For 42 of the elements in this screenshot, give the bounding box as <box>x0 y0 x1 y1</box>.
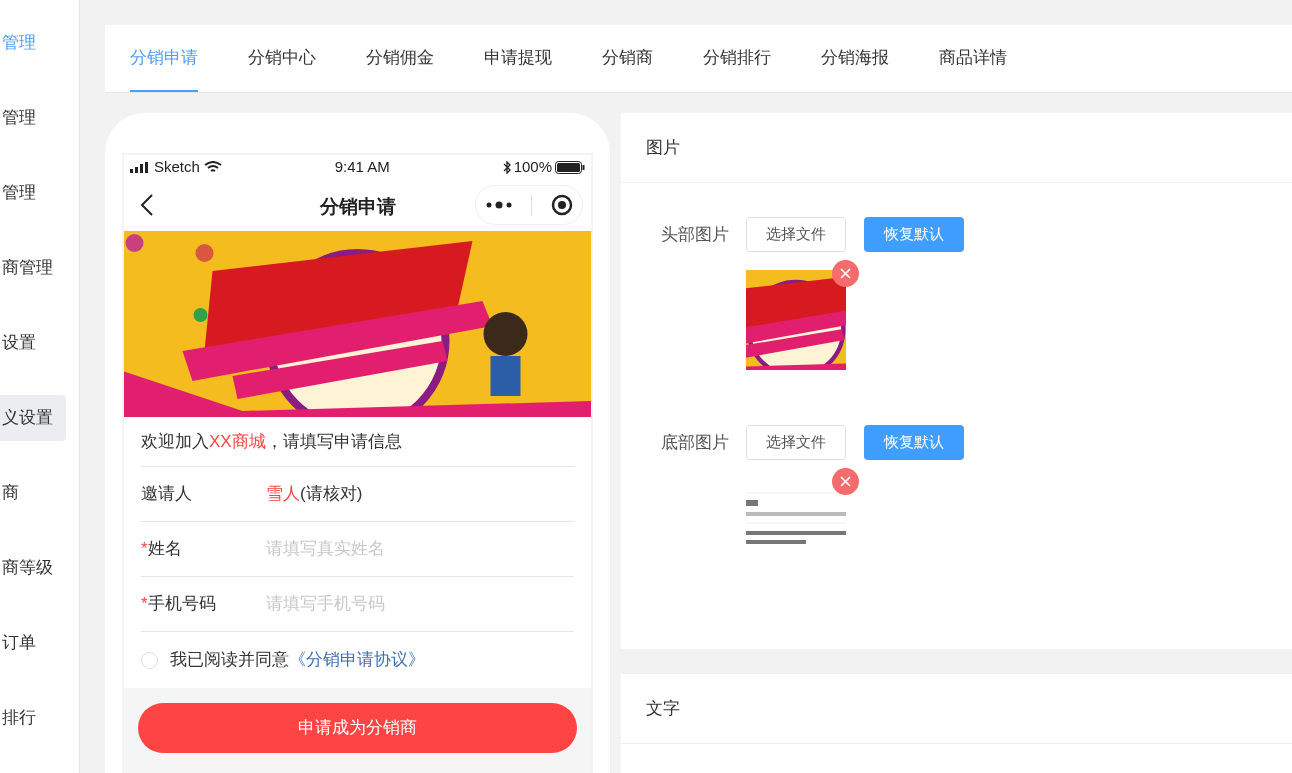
bluetooth-icon <box>502 160 511 174</box>
choose-file-button[interactable]: 选择文件 <box>746 217 846 252</box>
tab[interactable]: 分销商 <box>602 25 653 92</box>
tab[interactable]: 商品详情 <box>939 25 1007 92</box>
field-label: 头部图片 <box>661 224 730 246</box>
tab[interactable]: 分销中心 <box>248 25 316 92</box>
remove-icon[interactable] <box>832 260 859 287</box>
panel-title: 图片 <box>621 113 1292 183</box>
battery-text: 100% <box>513 156 552 177</box>
sidebar-item[interactable]: 排行 <box>0 695 66 741</box>
status-time: 9:41 AM <box>334 156 390 177</box>
field-label: *手机号码 <box>141 593 217 616</box>
agreement-text: 我已阅读并同意 <box>170 649 289 672</box>
tab[interactable]: 分销排行 <box>703 25 771 92</box>
choose-file-button[interactable]: 选择文件 <box>746 425 846 460</box>
sidebar-item[interactable]: 设置 <box>0 320 66 366</box>
signal-icon <box>130 161 150 173</box>
sidebar-item[interactable]: 商管理 <box>0 245 66 291</box>
sidebar-item[interactable]: 管理 <box>0 170 66 216</box>
sidebar-item[interactable]: 订单 <box>0 620 66 666</box>
welcome-text: 欢迎加入XX商城，请填写申请信息 <box>141 417 574 467</box>
more-icon[interactable] <box>485 201 512 209</box>
target-icon[interactable] <box>550 194 573 216</box>
sidebar-item[interactable]: 商 <box>0 470 66 516</box>
field-label: *姓名 <box>141 538 183 561</box>
sidebar-item[interactable]: 商等级 <box>0 545 66 591</box>
carrier-text: Sketch <box>154 156 200 177</box>
tab[interactable]: 申请提现 <box>484 25 552 92</box>
tab[interactable]: 分销佣金 <box>366 25 434 92</box>
agreement-link[interactable]: 《分销申请协议》 <box>289 647 425 673</box>
remove-icon[interactable] <box>832 468 859 495</box>
tab[interactable]: 分销海报 <box>821 25 889 92</box>
sidebar-item[interactable]: 管理 <box>0 95 66 141</box>
panel-title: 文字 <box>621 674 1292 744</box>
inviter-value: 雪人(请核对) <box>266 483 363 506</box>
battery-icon <box>555 160 585 174</box>
field-label: 底部图片 <box>661 432 730 454</box>
sidebar-item[interactable]: 义设置 <box>0 395 66 441</box>
field-label: 邀请人 <box>141 483 193 506</box>
wifi-icon <box>203 160 222 174</box>
page-title: 分销申请 <box>319 195 396 219</box>
back-icon[interactable] <box>140 194 154 216</box>
